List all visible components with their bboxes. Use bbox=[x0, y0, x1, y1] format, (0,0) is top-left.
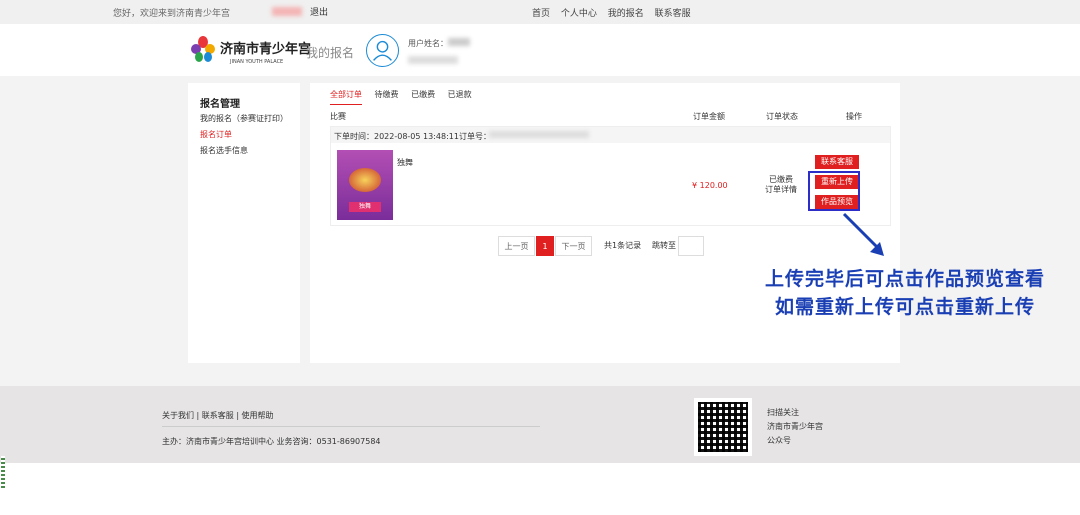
column-header-actions: 操作 bbox=[846, 112, 862, 121]
footer-links[interactable]: 关于我们 | 联系客服 | 使用帮助 bbox=[162, 410, 274, 421]
annotation-line-2: 如需重新上传可点击重新上传 bbox=[774, 296, 1035, 318]
order-detail-link[interactable]: 订单详情 bbox=[761, 185, 801, 195]
page-bottom bbox=[0, 463, 1080, 515]
avatar-icon[interactable] bbox=[366, 34, 399, 67]
footer-divider bbox=[162, 426, 540, 427]
page-title: 我的报名 bbox=[306, 46, 355, 60]
scan-line-1: 扫描关注 bbox=[767, 408, 799, 417]
sidebar-title: 报名管理 bbox=[200, 99, 240, 110]
product-poster[interactable]: 独舞 bbox=[337, 150, 393, 220]
table-header: 比赛 订单金额 订单状态 操作 bbox=[330, 111, 890, 125]
order-row: 下单时间：2022-08-05 13:48:11 订单号： 独舞 独舞 ¥ 12… bbox=[330, 126, 891, 226]
tab-paid[interactable]: 已缴费 bbox=[411, 89, 435, 104]
jump-label: 跳转至 bbox=[652, 241, 676, 250]
user-extra-blurred bbox=[408, 56, 458, 64]
order-status: 已缴费 订单详情 bbox=[761, 175, 801, 195]
product-name: 独舞 bbox=[397, 158, 413, 167]
sidebar: 报名管理 我的报名（参赛证打印） 报名订单 报名选手信息 bbox=[188, 83, 300, 363]
orders-panel: 全部订单 待缴费 已缴费 已退款 比赛 订单金额 订单状态 操作 下单时间：20… bbox=[310, 83, 900, 363]
scan-line-2: 济南市青少年宫 bbox=[767, 422, 823, 431]
prev-page-button[interactable]: 上一页 bbox=[498, 236, 535, 256]
top-nav: 首页 个人中心 我的报名 联系客服 bbox=[532, 6, 699, 19]
scan-follow-text: 扫描关注 济南市青少年宫 公众号 bbox=[767, 406, 823, 448]
logo-subtitle: JINAN YOUTH PALACE bbox=[230, 59, 284, 65]
footer-info: 主办：济南市青少年宫培训中心 业务咨询：0531-86907584 bbox=[162, 437, 381, 446]
column-header-amount: 订单金额 bbox=[693, 112, 725, 121]
column-header-status: 订单状态 bbox=[766, 112, 798, 121]
order-number-label: 订单号： bbox=[459, 132, 491, 141]
highlight-box bbox=[808, 171, 860, 211]
flower-logo-icon bbox=[191, 36, 215, 62]
tab-refunded[interactable]: 已退款 bbox=[448, 89, 472, 104]
logo-title: 济南市青少年宫 bbox=[220, 42, 312, 57]
top-bar: 您好，欢迎来到济南青少年宫 退出 首页 个人中心 我的报名 联系客服 bbox=[0, 0, 1080, 24]
order-header: 下单时间：2022-08-05 13:48:11 订单号： bbox=[331, 127, 890, 143]
total-records: 共1条记录 bbox=[604, 241, 642, 250]
username-value-blurred bbox=[448, 38, 470, 46]
scroll-marker bbox=[1, 456, 5, 488]
column-header-contest: 比赛 bbox=[330, 112, 346, 121]
sidebar-item-orders[interactable]: 报名订单 bbox=[200, 129, 232, 140]
page-1-button[interactable]: 1 bbox=[536, 236, 554, 256]
jump-input[interactable] bbox=[678, 236, 704, 256]
nav-registration-link[interactable]: 我的报名 bbox=[608, 9, 644, 19]
welcome-text: 您好，欢迎来到济南青少年宫 bbox=[113, 9, 231, 19]
order-time: 下单时间：2022-08-05 13:48:11 bbox=[334, 132, 459, 141]
sidebar-item-contestants[interactable]: 报名选手信息 bbox=[200, 145, 248, 156]
nav-profile-link[interactable]: 个人中心 bbox=[561, 9, 597, 19]
order-price: ¥ 120.00 bbox=[692, 181, 728, 190]
tab-all-orders[interactable]: 全部订单 bbox=[330, 89, 362, 105]
order-number-blurred bbox=[489, 131, 589, 138]
poster-crest-icon bbox=[349, 168, 381, 192]
scan-line-3: 公众号 bbox=[767, 436, 791, 445]
header: 济南市青少年宫 JINAN YOUTH PALACE 我的报名 用户姓名： bbox=[0, 24, 1080, 76]
tab-unpaid[interactable]: 待缴费 bbox=[375, 89, 399, 104]
logout-link[interactable]: 退出 bbox=[310, 5, 328, 18]
footer: 关于我们 | 联系客服 | 使用帮助 主办：济南市青少年宫培训中心 业务咨询：0… bbox=[0, 386, 1080, 463]
sidebar-item-my-registration[interactable]: 我的报名（参赛证打印） bbox=[200, 113, 288, 124]
contact-support-button[interactable]: 联系客服 bbox=[815, 155, 859, 169]
nav-support-link[interactable]: 联系客服 bbox=[655, 9, 691, 19]
annotation-line-1: 上传完毕后可点击作品预览查看 bbox=[764, 268, 1045, 290]
next-page-button[interactable]: 下一页 bbox=[555, 236, 592, 256]
username-label: 用户姓名： bbox=[408, 39, 448, 48]
order-tabs: 全部订单 待缴费 已缴费 已退款 bbox=[330, 89, 482, 105]
username-blurred bbox=[272, 7, 302, 16]
nav-home-link[interactable]: 首页 bbox=[532, 9, 550, 19]
status-text: 已缴费 bbox=[769, 175, 793, 184]
poster-label: 独舞 bbox=[349, 202, 381, 212]
qr-code-icon bbox=[694, 398, 752, 456]
annotation-arrow-icon bbox=[842, 212, 884, 256]
